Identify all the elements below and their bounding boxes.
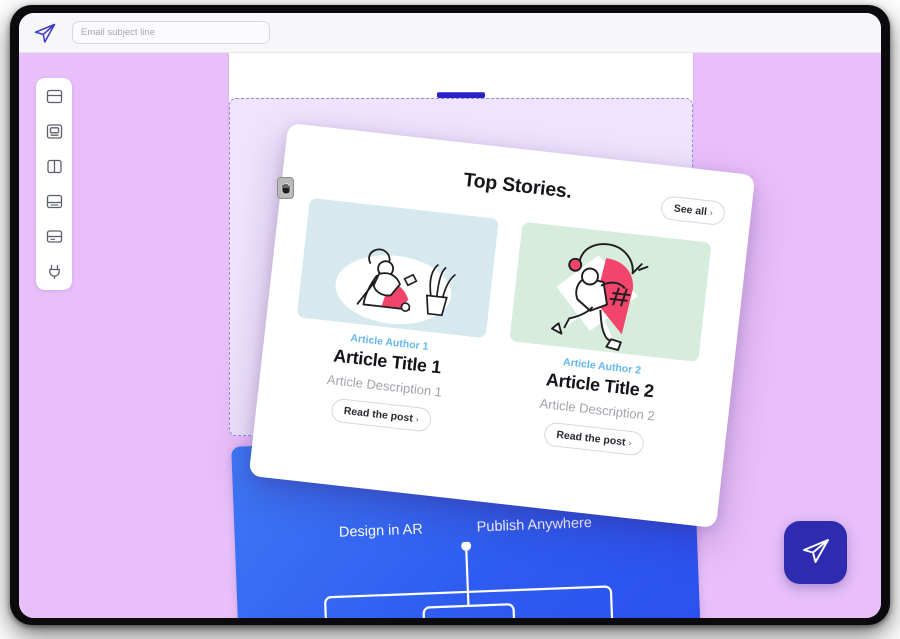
article-thumbnail-1 <box>296 197 499 339</box>
plug-integration-icon[interactable] <box>46 263 63 280</box>
layout-header-block-icon[interactable] <box>46 88 63 105</box>
read-post-label-1: Read the post <box>343 404 414 425</box>
paper-plane-icon <box>800 535 832 570</box>
layout-image-text-block-icon[interactable] <box>46 123 63 140</box>
top-stories-grid: Article Author 1 Article Title 1 Article… <box>286 197 718 462</box>
send-email-button[interactable] <box>784 521 847 584</box>
app-window: Design in AR Publish Anywhere <box>19 13 881 618</box>
top-stories-card[interactable]: Top Stories. See all › Article Author 1 … <box>248 122 756 529</box>
layout-two-column-icon[interactable] <box>46 158 63 175</box>
read-the-post-button-1[interactable]: Read the post › <box>330 397 433 433</box>
see-all-label: See all <box>673 202 708 219</box>
feature-label-design: Design in AR <box>338 521 424 541</box>
paper-plane-icon <box>32 20 58 46</box>
email-subject-input[interactable] <box>72 21 270 44</box>
person-holding-hashtag-flag-illustration <box>551 243 649 352</box>
read-the-post-button-2[interactable]: Read the post › <box>543 421 645 457</box>
email-canvas: Design in AR Publish Anywhere Top Storie… <box>19 53 881 618</box>
article-card-2[interactable]: Article Author 2 Article Title 2 Article… <box>498 221 712 462</box>
feature-label-publish: Publish Anywhere <box>476 515 593 536</box>
read-post-label-2: Read the post <box>555 428 627 449</box>
chevron-right-icon: › <box>415 414 420 425</box>
see-all-button[interactable]: See all › <box>659 195 727 227</box>
app-window-frame: Design in AR Publish Anywhere <box>10 5 890 625</box>
page-title: Top Stories. <box>462 168 573 203</box>
woman-reading-book-illustration <box>335 248 456 325</box>
chevron-right-icon: › <box>709 207 714 218</box>
grab-hand-cursor-icon <box>277 177 294 199</box>
layout-footer-block-icon[interactable] <box>46 193 63 210</box>
top-bar <box>19 13 881 53</box>
block-tool-sidebar <box>36 78 72 290</box>
chevron-right-icon: › <box>627 437 632 449</box>
article-thumbnail-2 <box>509 221 712 363</box>
feature-diagram <box>324 540 614 618</box>
layout-divider-block-icon[interactable] <box>46 228 63 245</box>
article-card-1[interactable]: Article Author 1 Article Title 1 Article… <box>286 197 499 438</box>
